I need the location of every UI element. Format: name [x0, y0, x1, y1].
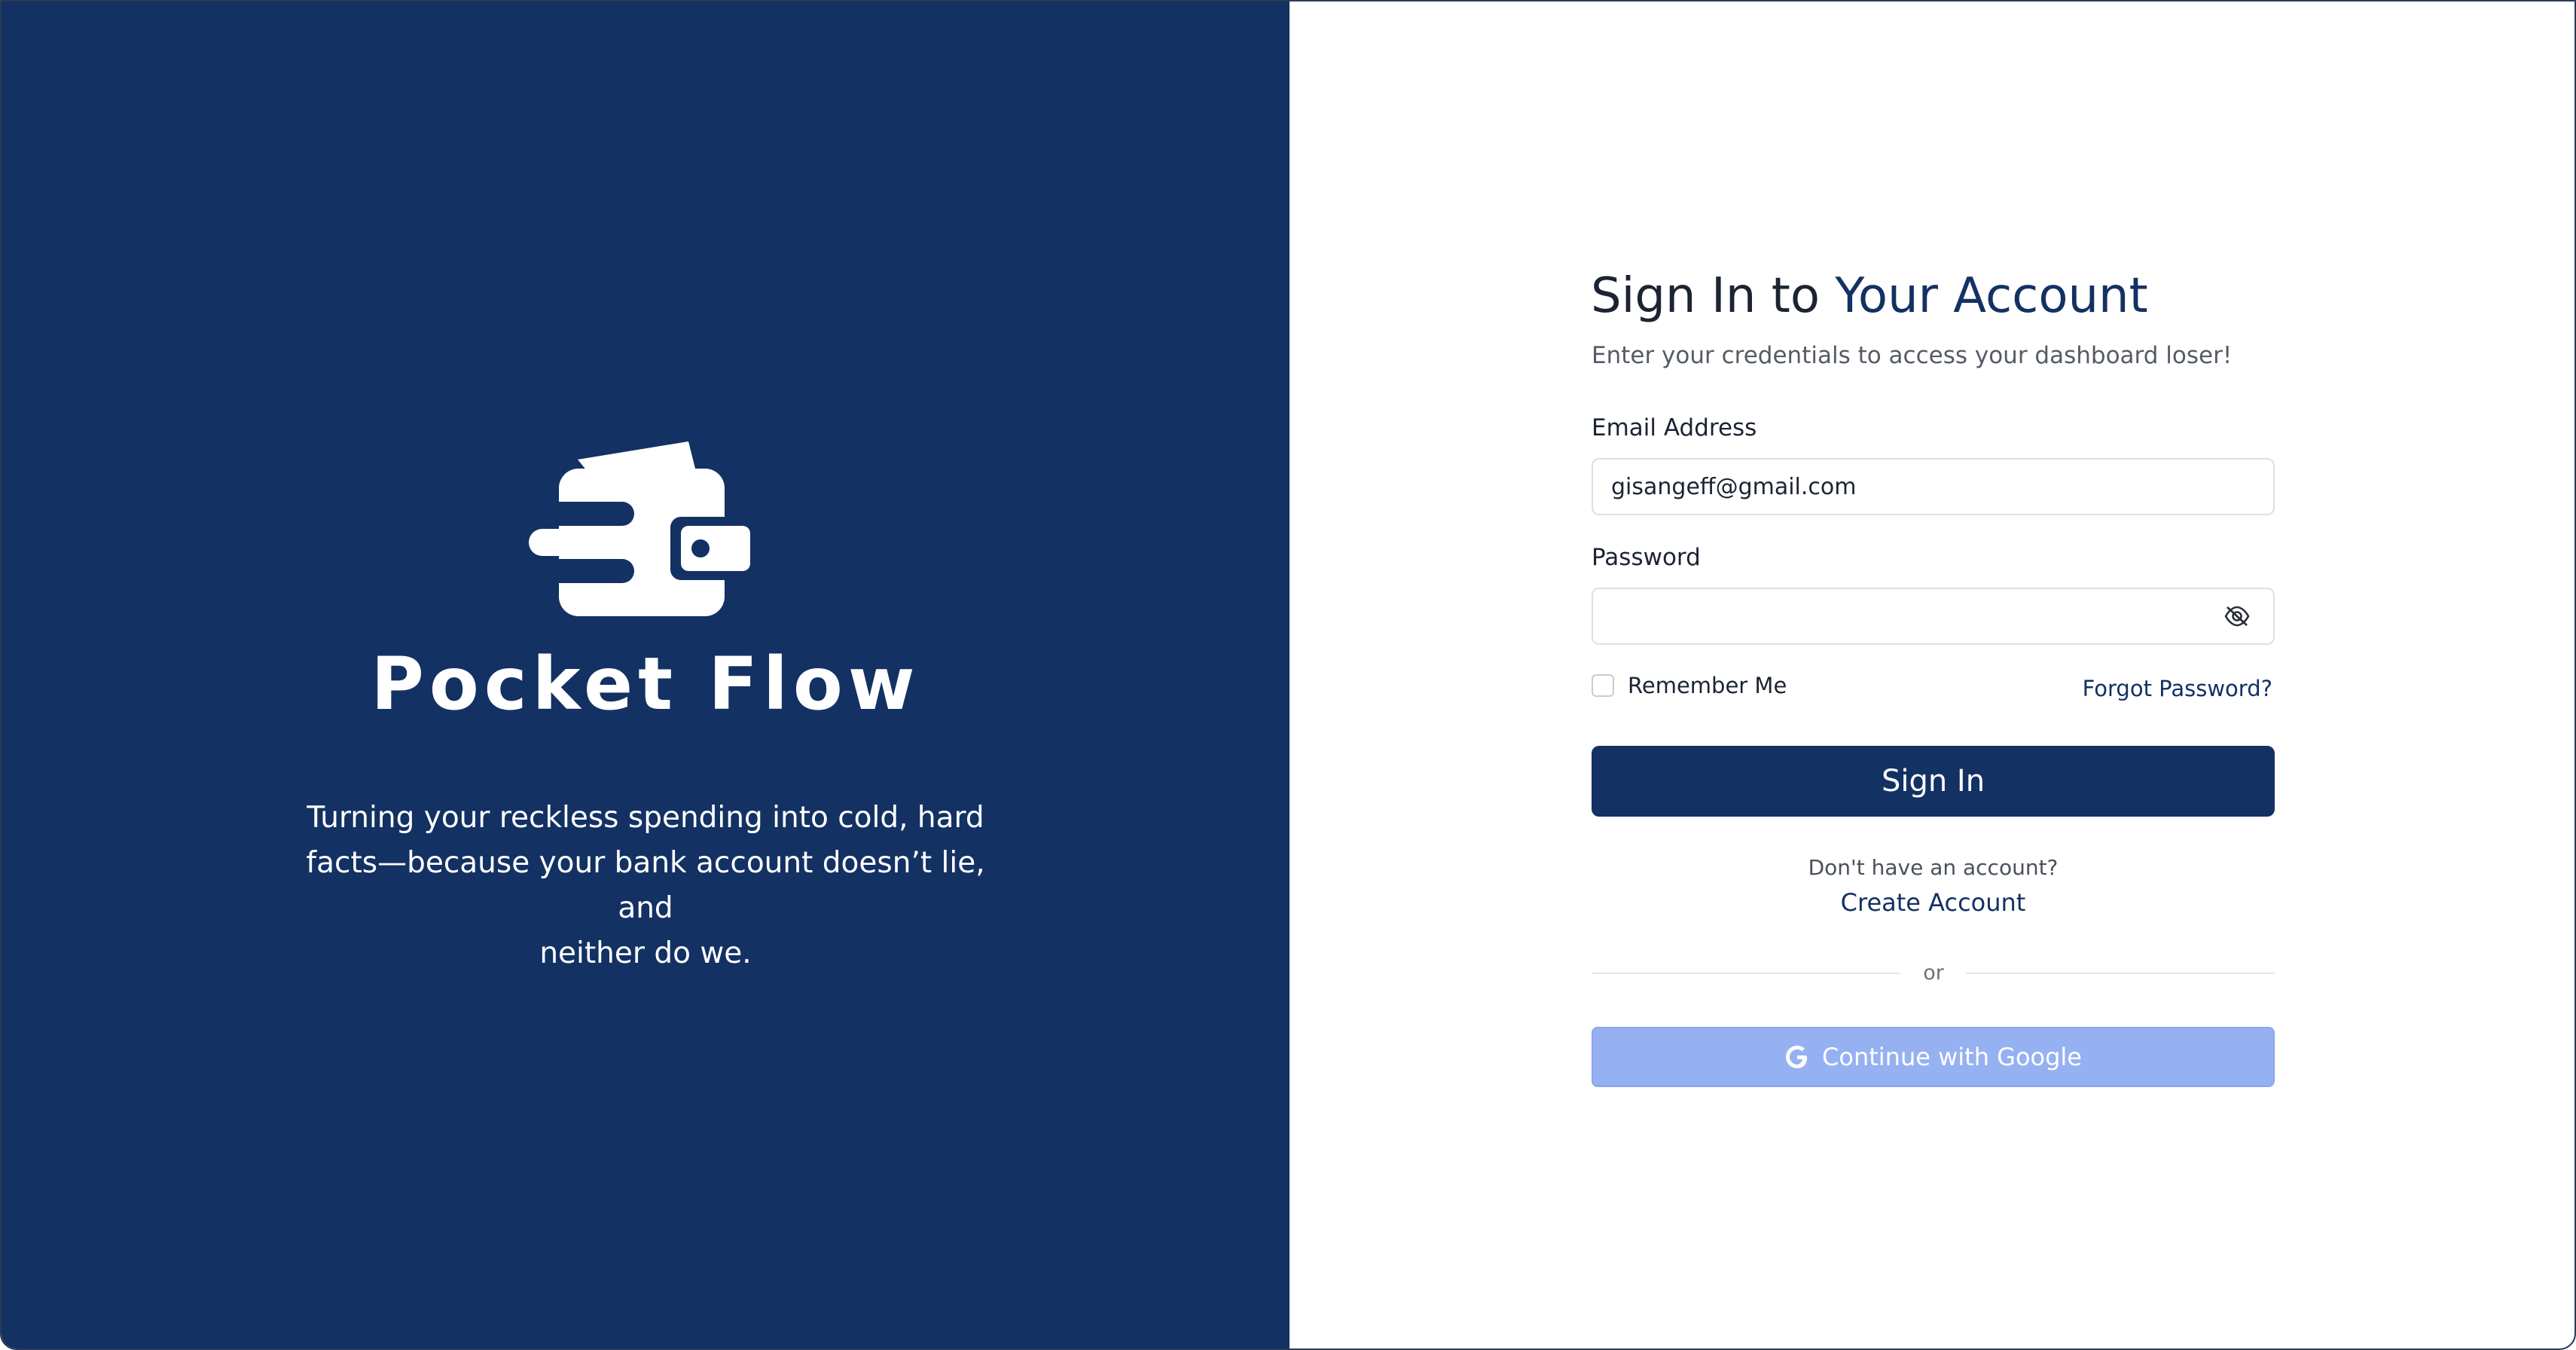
sign-in-button[interactable]: Sign In	[1592, 746, 2275, 817]
password-label: Password	[1592, 544, 1701, 571]
sign-in-form-panel	[1290, 2, 2574, 1348]
page-subtitle: Enter your credentials to access your da…	[1592, 342, 2233, 369]
forgot-password-link[interactable]: Forgot Password?	[2083, 673, 2272, 704]
divider-or: or	[1923, 961, 1944, 985]
google-sign-in-button[interactable]: Continue with Google	[1592, 1027, 2275, 1087]
eye-slash-icon	[2224, 606, 2250, 627]
no-account-text: Don't have an account?	[1808, 855, 2059, 880]
brand-panel: Pocket Flow Turning your reckless spendi…	[2, 2, 1290, 1348]
tagline-line: facts—because your bank account doesn’t …	[306, 846, 985, 925]
remember-me-checkbox[interactable]	[1592, 674, 1614, 697]
password-visibility-toggle[interactable]	[2219, 601, 2255, 631]
remember-me-label: Remember Me	[1628, 673, 1787, 698]
google-button-label: Continue with Google	[1822, 1043, 2082, 1071]
google-g-icon	[1784, 1044, 1810, 1070]
brand-tagline: Turning your reckless spending into cold…	[295, 796, 996, 976]
page-title: Sign In to Your Account	[1591, 262, 2148, 330]
wallet-speed-icon	[529, 441, 759, 616]
email-field[interactable]	[1592, 458, 2275, 515]
tagline-line: Turning your reckless spending into cold…	[307, 801, 984, 835]
title-accent: Your Account	[1835, 268, 2148, 324]
title-prefix: Sign In to	[1591, 268, 1836, 324]
divider-line-left	[1592, 973, 1900, 974]
email-label: Email Address	[1592, 414, 1757, 441]
tagline-line: neither do we.	[539, 936, 752, 970]
remember-me[interactable]: Remember Me	[1592, 670, 1787, 701]
sign-in-page: Pocket Flow Turning your reckless spendi…	[0, 0, 2576, 1350]
divider-line-right	[1966, 973, 2275, 974]
brand-name: Pocket Flow	[371, 642, 920, 726]
create-account-link[interactable]: Create Account	[1592, 886, 2275, 919]
password-field[interactable]	[1592, 588, 2275, 645]
